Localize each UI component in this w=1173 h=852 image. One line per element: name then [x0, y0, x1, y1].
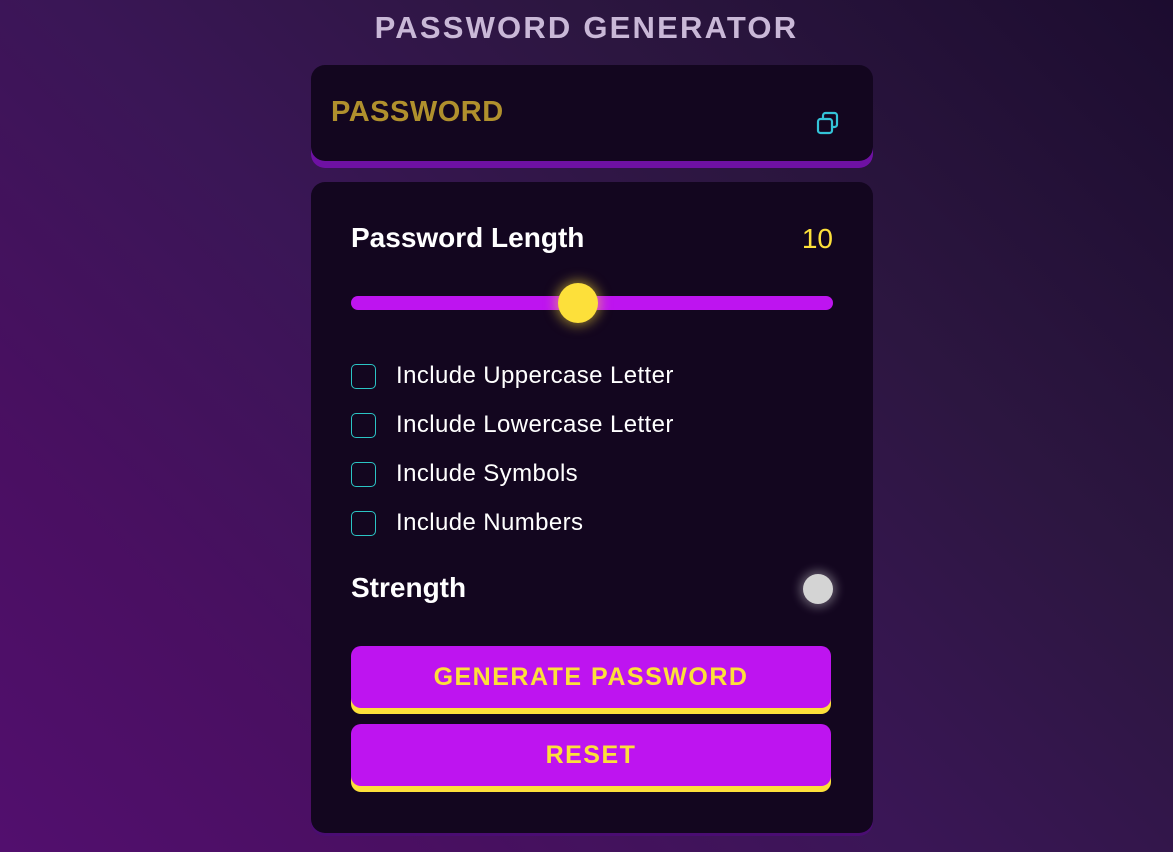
strength-indicator — [803, 574, 833, 604]
copy-icon[interactable] — [814, 110, 842, 138]
reset-button[interactable]: RESET — [351, 724, 831, 786]
symbols-checkbox[interactable] — [351, 461, 376, 487]
length-label: Password Length — [351, 222, 585, 253]
page-title: PASSWORD GENERATOR — [374, 10, 799, 45]
option-lowercase-label: Include Lowercase Letter — [396, 411, 674, 438]
length-value: 10 — [801, 223, 833, 254]
lowercase-checkbox[interactable] — [351, 412, 376, 438]
password-output: PASSWORD — [331, 96, 504, 128]
option-numbers-label: Include Numbers — [396, 509, 584, 536]
option-lowercase[interactable]: Include Lowercase Letter — [351, 411, 674, 438]
option-uppercase[interactable]: Include Uppercase Letter — [351, 362, 674, 389]
option-numbers[interactable]: Include Numbers — [351, 509, 584, 536]
length-slider[interactable] — [351, 283, 833, 323]
generate-password-button[interactable]: GENERATE PASSWORD — [351, 646, 831, 708]
option-symbols[interactable]: Include Symbols — [351, 460, 579, 487]
numbers-checkbox[interactable] — [351, 510, 376, 536]
strength-label: Strength — [351, 572, 467, 603]
uppercase-checkbox[interactable] — [351, 363, 376, 389]
option-uppercase-label: Include Uppercase Letter — [396, 362, 674, 389]
option-symbols-label: Include Symbols — [396, 460, 579, 487]
settings-panel: Password Length 10 Include Uppercase Let… — [311, 182, 873, 833]
length-slider-thumb[interactable] — [557, 283, 598, 323]
password-display: PASSWORD — [311, 65, 873, 161]
